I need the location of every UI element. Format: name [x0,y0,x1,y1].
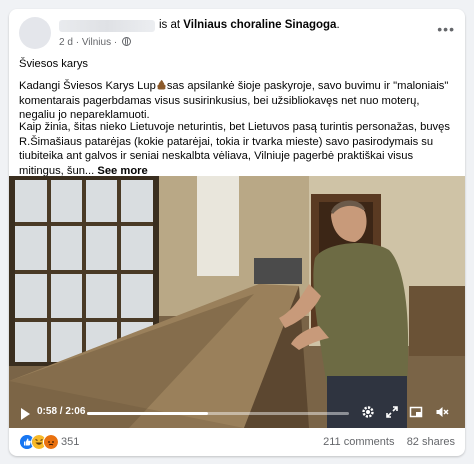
video-progress-bar[interactable] [87,412,349,415]
pip-icon[interactable] [409,405,423,419]
meta-separator: · [113,37,118,48]
see-more-link[interactable]: See more [97,165,147,177]
post-text-line-1: Šviesos karys [19,58,89,70]
mute-icon[interactable] [435,405,449,419]
video-progress-fill [87,412,208,415]
video-time: 0:58 / 2:06 [37,406,85,417]
location-link[interactable]: Vilniaus choraline Sinagoga [183,19,336,31]
expand-icon[interactable] [385,405,399,419]
video-controls: 0:58 / 2:06 [9,398,465,428]
poop-emoji-icon [157,79,166,90]
location-prefix: is at [159,19,181,31]
shares-count[interactable]: 82 shares [407,436,455,448]
post-age[interactable]: 2 d [59,37,73,48]
time-total: 2:06 [65,406,86,417]
location-suffix: . [336,19,340,31]
post-text-paragraph-3: Kaip žinia, šitas nieko Lietuvoje neturi… [19,120,455,178]
play-icon[interactable] [21,408,30,420]
meta-separator: · [75,37,80,48]
settings-icon[interactable] [361,405,375,419]
engagement-counts: 211 comments 82 shares [323,436,455,448]
post-footer: 351 211 comments 82 shares [19,434,455,452]
paragraph-2-start: Kadangi Šviesos Karys Lup [19,80,156,92]
time-current: 0:58 [37,406,58,417]
post-text-paragraph-2: Kadangi Šviesos Karys Lup sas apsilankė š… [19,79,455,123]
globe-icon [122,37,131,46]
video-frame [9,176,465,428]
post-meta: 2 d · Vilnius · [59,37,131,48]
paragraph-3-text: Kaip žinia, šitas nieko Lietuvoje neturi… [19,121,450,177]
post-header: is at Vilniaus choraline Sinagoga. 2 d ·… [19,17,455,51]
more-options-icon[interactable]: ••• [437,21,455,37]
post-title-line: is at Vilniaus choraline Sinagoga. [159,19,340,31]
video-player[interactable]: 0:58 / 2:06 [9,176,465,428]
reaction-count: 351 [61,436,80,448]
time-separator: / [59,406,63,417]
avatar[interactable] [19,17,51,49]
post-place: Vilnius [81,37,112,48]
comments-count[interactable]: 211 comments [323,436,394,448]
author-name-redacted[interactable] [59,20,155,32]
angry-reaction-icon [43,434,59,450]
post-card: is at Vilniaus choraline Sinagoga. 2 d ·… [9,9,465,456]
